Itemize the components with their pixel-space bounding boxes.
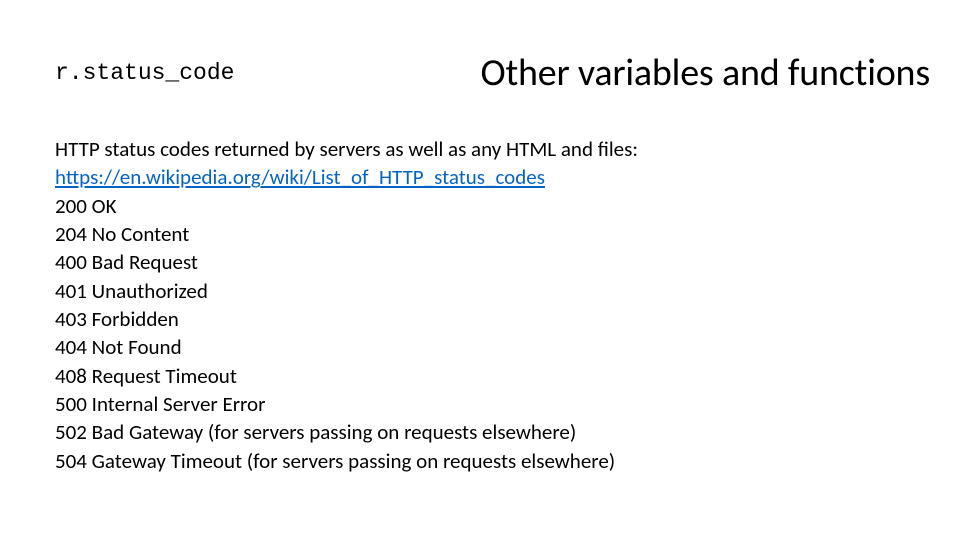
status-code-line: 404 Not Found xyxy=(55,333,905,361)
status-code-line: 502 Bad Gateway (for servers passing on … xyxy=(55,418,905,446)
status-code-line: 401 Unauthorized xyxy=(55,277,905,305)
status-code-line: 504 Gateway Timeout (for servers passing… xyxy=(55,447,905,475)
slide-content: HTTP status codes returned by servers as… xyxy=(55,135,905,475)
intro-text: HTTP status codes returned by servers as… xyxy=(55,135,905,163)
status-code-line: 403 Forbidden xyxy=(55,305,905,333)
slide-title: Other variables and functions xyxy=(481,50,930,96)
status-code-line: 408 Request Timeout xyxy=(55,362,905,390)
status-code-line: 500 Internal Server Error xyxy=(55,390,905,418)
status-code-line: 400 Bad Request xyxy=(55,248,905,276)
code-variable-label: r.status_code xyxy=(55,60,234,86)
status-code-line: 200 OK xyxy=(55,192,905,220)
slide-header: r.status_code Other variables and functi… xyxy=(55,50,930,96)
status-code-line: 204 No Content xyxy=(55,220,905,248)
wikipedia-link[interactable]: https://en.wikipedia.org/wiki/List_of_HT… xyxy=(55,163,545,191)
